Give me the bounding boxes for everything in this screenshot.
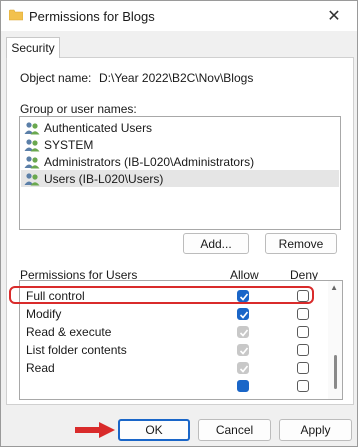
users-icon — [24, 155, 40, 168]
permission-row-partial — [20, 377, 326, 395]
allow-checkbox[interactable] — [237, 362, 249, 374]
list-item[interactable]: Users (IB-L020\Users) — [21, 170, 339, 187]
allow-checkbox[interactable] — [237, 290, 249, 302]
security-panel: Object name: D:\Year 2022\B2C\Nov\Blogs … — [6, 57, 354, 405]
title-bar: Permissions for Blogs ✕ — [1, 1, 357, 31]
remove-button[interactable]: Remove — [265, 233, 337, 254]
permissions-list[interactable]: Full control Modify Read & execute List … — [19, 280, 343, 400]
list-item[interactable]: Authenticated Users — [21, 119, 339, 136]
permission-row-read-execute: Read & execute — [20, 323, 326, 341]
permission-name: Modify — [26, 307, 62, 321]
deny-checkbox[interactable] — [297, 326, 309, 338]
deny-checkbox[interactable] — [297, 380, 309, 392]
deny-checkbox[interactable] — [297, 344, 309, 356]
deny-checkbox[interactable] — [297, 308, 309, 320]
user-name: Authenticated Users — [44, 120, 153, 135]
allow-checkbox[interactable] — [237, 380, 249, 392]
ok-button[interactable]: OK — [118, 419, 190, 441]
group-names-label: Group or user names: — [20, 102, 137, 116]
user-list[interactable]: Authenticated Users SYSTEM Administrator… — [19, 116, 341, 230]
deny-checkbox[interactable] — [297, 362, 309, 374]
list-item[interactable]: Administrators (IB-L020\Administrators) — [21, 153, 339, 170]
permission-name: Read & execute — [26, 325, 112, 339]
scroll-thumb[interactable] — [334, 355, 337, 389]
cancel-button[interactable]: Cancel — [198, 419, 271, 441]
object-name-value: D:\Year 2022\B2C\Nov\Blogs — [99, 71, 254, 85]
tab-security[interactable]: Security — [6, 37, 60, 58]
object-name-label: Object name: — [20, 71, 92, 85]
add-button[interactable]: Add... — [183, 233, 249, 254]
window-title: Permissions for Blogs — [29, 9, 155, 24]
permissions-dialog: Permissions for Blogs ✕ Security Object … — [0, 0, 358, 447]
arrow-icon — [75, 422, 115, 438]
permissions-scrollbar[interactable]: ▲ — [328, 281, 342, 399]
user-name: Users (IB-L020\Users) — [44, 171, 164, 186]
permission-row-read: Read — [20, 359, 326, 377]
scroll-up-icon[interactable]: ▲ — [330, 283, 338, 292]
permission-name: Full control — [26, 289, 85, 303]
permission-row-full-control: Full control — [20, 287, 326, 305]
allow-checkbox[interactable] — [237, 326, 249, 338]
allow-checkbox[interactable] — [237, 308, 249, 320]
folder-icon — [9, 9, 23, 21]
apply-button[interactable]: Apply — [279, 419, 352, 441]
allow-checkbox[interactable] — [237, 344, 249, 356]
user-name: SYSTEM — [44, 137, 94, 152]
permission-name: List folder contents — [26, 343, 127, 357]
users-icon — [24, 172, 40, 185]
users-icon — [24, 121, 40, 134]
permission-row-list-folder-contents: List folder contents — [20, 341, 326, 359]
users-icon — [24, 138, 40, 151]
permission-row-modify: Modify — [20, 305, 326, 323]
user-name: Administrators (IB-L020\Administrators) — [44, 154, 255, 169]
list-item[interactable]: SYSTEM — [21, 136, 339, 153]
deny-checkbox[interactable] — [297, 290, 309, 302]
close-button[interactable]: ✕ — [311, 1, 357, 31]
permission-name: Read — [26, 361, 55, 375]
